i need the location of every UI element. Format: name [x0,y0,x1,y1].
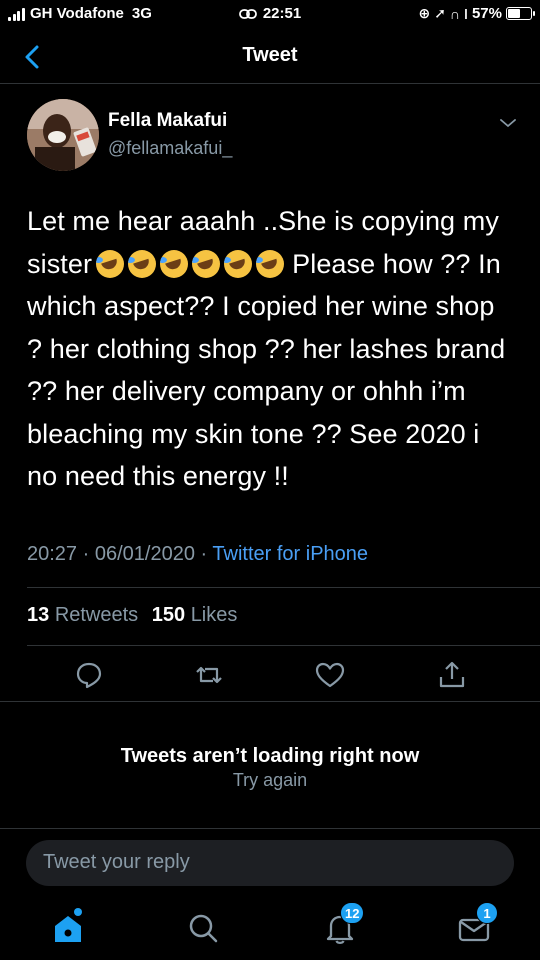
like-heart-icon[interactable] [314,659,346,691]
rofl-emoji-icon [128,249,157,278]
divider [0,828,540,829]
emoji-row [96,249,288,278]
retweets-label: Retweets [54,604,139,626]
author-name[interactable]: Fella Makafui [108,110,227,132]
tweet-meta: 20:27 · 06/01/2020 · Twitter for iPhone [27,543,368,566]
nav-bar: Tweet [0,30,540,84]
error-title: Tweets aren’t loading right now [120,745,420,767]
notifications-badge: 12 [340,902,365,924]
rotation-lock-icon: ⊕ [418,5,431,21]
avatar-image [27,99,99,171]
status-time: 22:51 [262,5,302,22]
retweet-icon[interactable] [193,659,225,691]
likes-label: Likes [190,604,238,626]
battery-percent: 57% [471,5,502,22]
retweets-stat[interactable]: 13 Retweets [27,604,138,626]
status-bar: GH Vodafone 3G 22:51 ⊕ ➚ ∩ ǀ 57% [0,0,540,30]
try-again-link[interactable]: Try again [0,770,540,791]
divider [27,587,540,588]
notifications-tab[interactable]: 12 [320,902,365,948]
page-title: Tweet [242,44,298,66]
tab-bar: 12 1 [0,896,540,960]
rofl-emoji-icon [160,249,189,278]
mic-icon: ǀ [464,5,468,22]
tweet-date: 06/01/2020 [94,543,195,565]
likes-count: 150 [151,604,186,626]
share-icon[interactable] [436,659,468,691]
chevron-down-icon[interactable] [498,116,518,130]
reply-input[interactable]: Tweet your reply [26,840,514,886]
battery-fill [508,9,520,18]
battery-icon [506,7,535,20]
meta-separator: · [82,543,90,565]
divider [27,645,540,646]
divider [0,701,540,702]
rofl-emoji-icon [224,249,253,278]
location-arrow-icon: ➚ [434,5,446,21]
author-handle[interactable]: @fellamakafui_ [108,138,232,159]
tweet-stats: 13 Retweets 150 Likes [27,604,237,627]
messages-badge: 1 [476,902,498,924]
avatar[interactable] [27,99,99,171]
rofl-emoji-icon [192,249,221,278]
tweet-actions [0,655,540,695]
tweet-source-link[interactable]: Twitter for iPhone [212,543,368,565]
meta-separator: · [200,543,208,565]
tweet-time: 20:27 [27,543,78,565]
messages-tab[interactable]: 1 [454,902,498,948]
tweet-text-end: Please how ?? In which aspect?? I copied… [27,248,506,492]
rofl-emoji-icon [96,249,125,278]
likes-stat[interactable]: 150 Likes [152,604,238,626]
retweets-count: 13 [27,604,50,626]
headphones-icon: ∩ [449,5,461,22]
rofl-emoji-icon [256,249,285,278]
home-icon[interactable] [48,908,88,948]
reply-icon[interactable] [73,659,105,691]
search-icon[interactable] [183,908,223,948]
tweet-text: Let me hear aaahh ..She is copying my si… [27,200,517,498]
link-icon [238,8,257,19]
screen: GH Vodafone 3G 22:51 ⊕ ➚ ∩ ǀ 57% Tweet F… [0,0,540,960]
status-right: ⊕ ➚ ∩ ǀ 57% [418,5,535,22]
